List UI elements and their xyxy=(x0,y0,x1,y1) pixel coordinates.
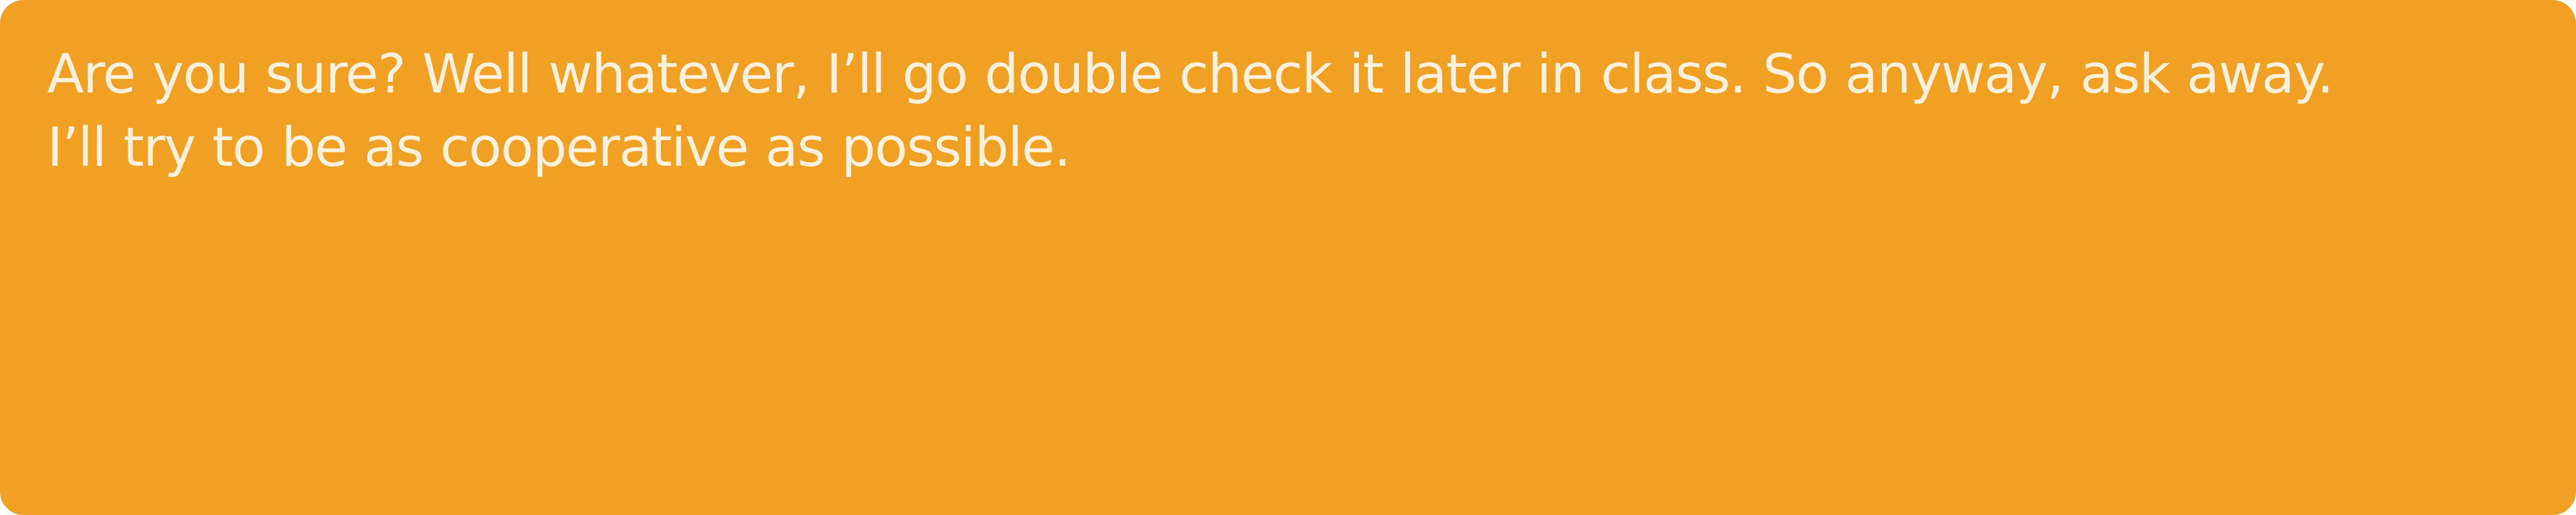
dialogue-line-1: Are you sure? Well whatever, I’ll go dou… xyxy=(47,42,2334,105)
dialogue-line-2: I’ll try to be as cooperative as possibl… xyxy=(47,116,1071,179)
dialogue-box[interactable]: Are you sure? Well whatever, I’ll go dou… xyxy=(0,0,2576,515)
dialogue-text: Are you sure? Well whatever, I’ll go dou… xyxy=(47,37,2528,184)
